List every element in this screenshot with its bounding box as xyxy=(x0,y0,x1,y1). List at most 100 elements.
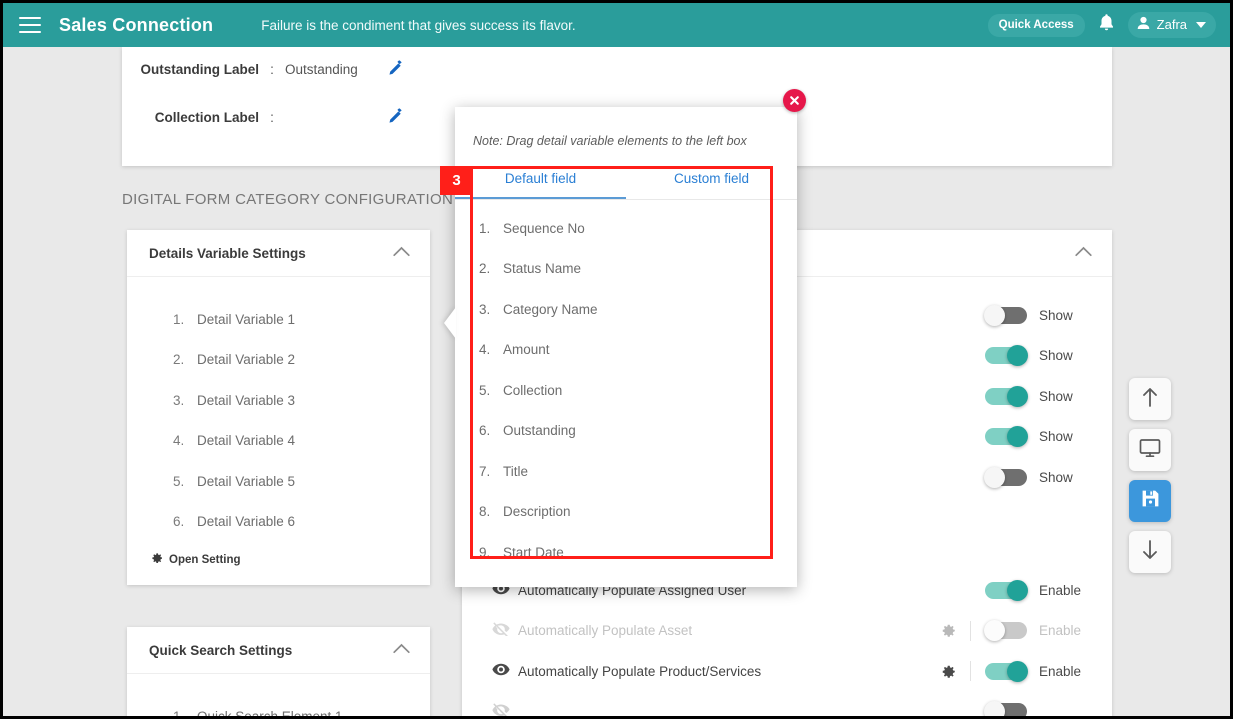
quicksearch-card-title: Quick Search Settings xyxy=(149,642,293,658)
list-item[interactable]: 1. Detail Variable 1 xyxy=(127,299,430,340)
enable-toggle[interactable] xyxy=(984,701,1027,716)
eye-hidden-icon[interactable] xyxy=(492,703,518,716)
list-item-label: Detail Variable 2 xyxy=(197,352,296,368)
list-item-number: 4. xyxy=(479,342,491,358)
row-controls: Show xyxy=(985,385,1091,407)
user-name-label: Zafra xyxy=(1156,17,1187,32)
outstanding-value: Outstanding xyxy=(285,61,358,77)
list-item-label: Outstanding xyxy=(503,423,576,439)
top-navigation-bar: Sales Connection Failure is the condimen… xyxy=(3,3,1230,47)
list-item-label: Detail Variable 5 xyxy=(197,473,296,489)
divider xyxy=(970,661,971,682)
list-item-number: 5. xyxy=(479,382,491,398)
list-item[interactable]: 1. Sequence No xyxy=(455,208,797,249)
settings-gear-icon[interactable] xyxy=(926,623,970,638)
quicksearch-card-header: Quick Search Settings xyxy=(127,627,430,674)
popup-pointer-arrow xyxy=(444,307,456,339)
eye-visible-icon[interactable] xyxy=(492,663,518,679)
default-field-list: 1. Sequence No 2. Status Name 3. Category N… xyxy=(455,200,797,573)
chevron-up-icon[interactable] xyxy=(1075,244,1092,262)
toggle-label: Enable xyxy=(1039,582,1082,598)
row-controls: Show xyxy=(985,426,1091,448)
list-item[interactable]: 9. Start Date xyxy=(455,532,797,573)
list-item-label: Detail Variable 3 xyxy=(197,392,296,408)
list-item-number: 5. xyxy=(173,473,185,489)
hamburger-menu-icon[interactable] xyxy=(19,17,41,33)
quick-access-button[interactable]: Quick Access xyxy=(987,13,1085,37)
list-item[interactable]: 2. Detail Variable 2 xyxy=(127,340,430,381)
list-item[interactable]: 6. Outstanding xyxy=(455,411,797,452)
list-item-label: Detail Variable 6 xyxy=(197,514,296,530)
floating-action-buttons xyxy=(1129,378,1171,573)
save-icon xyxy=(1141,489,1160,513)
list-item[interactable]: 4. Detail Variable 4 xyxy=(127,421,430,462)
toggle-label: Show xyxy=(1039,348,1073,364)
list-item[interactable]: 2. Status Name xyxy=(455,249,797,290)
list-item[interactable]: 5. Collection xyxy=(455,370,797,411)
list-item-number: 3. xyxy=(173,392,185,408)
list-item[interactable]: 1. Quick Search Element 1 xyxy=(127,696,430,716)
eye-hidden-icon[interactable] xyxy=(492,622,518,639)
row-controls: Enable xyxy=(926,620,1091,642)
row-label: Automatically Populate Asset xyxy=(518,623,693,639)
preview-button[interactable] xyxy=(1129,429,1171,471)
notification-bell-icon[interactable] xyxy=(1098,13,1115,37)
quick-search-settings-card: Quick Search Settings 1. Quick Search Ele… xyxy=(127,627,430,716)
list-item-number: 3. xyxy=(479,301,491,317)
annotation-step-badge: 3 xyxy=(440,166,473,195)
list-item[interactable]: 3. Detail Variable 3 xyxy=(127,380,430,421)
show-toggle[interactable] xyxy=(984,466,1027,488)
save-button[interactable] xyxy=(1129,480,1171,522)
scroll-top-button[interactable] xyxy=(1129,378,1171,420)
enable-toggle[interactable] xyxy=(984,620,1027,642)
open-setting-label: Open Setting xyxy=(169,553,241,566)
scroll-bottom-button[interactable] xyxy=(1129,531,1171,573)
row-controls: Enable xyxy=(941,579,1091,601)
enable-toggle[interactable] xyxy=(985,660,1028,682)
app-brand-title: Sales Connection xyxy=(59,14,214,35)
list-item[interactable]: 8. Description xyxy=(455,492,797,533)
gear-icon xyxy=(151,552,163,567)
auto-populate-rows: Automatically Populate Assigned User Ena… xyxy=(462,570,1112,716)
list-item-label: Detail Variable 1 xyxy=(197,311,296,327)
edit-pencil-icon[interactable] xyxy=(388,59,405,79)
list-item-number: 4. xyxy=(173,433,185,449)
tab-custom-field[interactable]: Custom field xyxy=(626,162,797,199)
field-picker-popup: Note: Drag detail variable elements to t… xyxy=(444,107,797,587)
arrow-down-icon xyxy=(1140,539,1160,566)
list-item[interactable]: 4. Amount xyxy=(455,330,797,371)
row-label: Automatically Populate Product/Services xyxy=(518,663,762,679)
list-item-label: Start Date xyxy=(503,544,564,560)
list-item-number: 9. xyxy=(479,544,491,560)
show-toggle[interactable] xyxy=(985,426,1028,448)
chevron-up-icon[interactable] xyxy=(393,244,410,262)
chevron-up-icon[interactable] xyxy=(393,641,410,659)
toggle-label: Show xyxy=(1039,469,1073,485)
details-variable-settings-card: Details Variable Settings 1. Detail Varia… xyxy=(127,230,430,585)
table-row xyxy=(462,692,1112,716)
tab-default-field[interactable]: Default field xyxy=(455,162,626,199)
quick-search-list: 1. Quick Search Element 1 xyxy=(127,674,430,716)
app-screen: Sales Connection Failure is the condimen… xyxy=(0,0,1233,719)
user-menu-button[interactable]: Zafra xyxy=(1127,12,1216,38)
show-toggle[interactable] xyxy=(984,304,1027,326)
list-item-number: 2. xyxy=(173,352,185,368)
list-item-label: Amount xyxy=(503,342,550,358)
close-icon[interactable] xyxy=(783,89,806,112)
show-toggle[interactable] xyxy=(985,345,1028,367)
list-item[interactable]: 3. Category Name xyxy=(455,289,797,330)
collection-label-row: Collection Label : xyxy=(122,107,405,127)
toggle-label: Enable xyxy=(1039,663,1082,679)
list-item[interactable]: 7. Title xyxy=(455,451,797,492)
enable-toggle[interactable] xyxy=(985,579,1028,601)
list-item[interactable]: 5. Detail Variable 5 xyxy=(127,461,430,502)
list-item-label: Title xyxy=(503,463,529,479)
edit-pencil-icon-2[interactable] xyxy=(388,107,405,127)
list-item-label: Sequence No xyxy=(503,220,585,236)
collection-label-text: Collection Label xyxy=(154,109,259,125)
show-toggle[interactable] xyxy=(985,385,1028,407)
list-item[interactable]: 6. Detail Variable 6 xyxy=(127,502,430,543)
user-avatar-icon xyxy=(1137,16,1150,33)
settings-gear-icon[interactable] xyxy=(926,664,970,679)
open-setting-button[interactable]: Open Setting xyxy=(127,552,430,567)
